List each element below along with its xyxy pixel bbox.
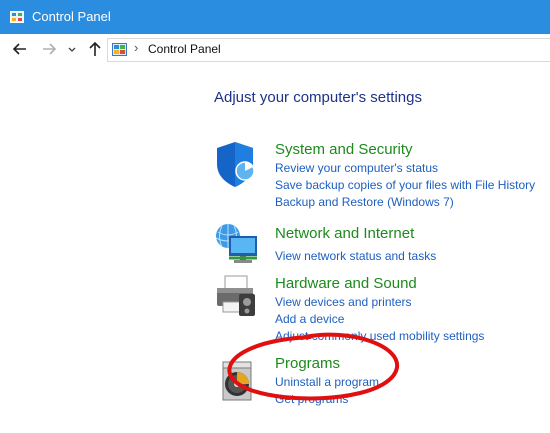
chevron-down-icon[interactable]: [66, 40, 78, 58]
link-uninstall-a-program[interactable]: Uninstall a program: [275, 375, 379, 389]
globe-network-icon[interactable]: [213, 220, 261, 268]
title-bar: Control Panel: [0, 0, 550, 34]
breadcrumb-separator[interactable]: ›: [134, 40, 138, 55]
category-title-network-and-internet[interactable]: Network and Internet: [275, 225, 414, 242]
control-panel-icon: [112, 43, 127, 56]
arrow-left-icon[interactable]: [11, 40, 29, 58]
address-bar[interactable]: › Control Panel: [107, 38, 550, 62]
link-mobility-settings[interactable]: Adjust commonly used mobility settings: [275, 329, 484, 343]
link-view-devices-and-printers[interactable]: View devices and printers: [275, 295, 412, 309]
printer-icon[interactable]: [213, 272, 261, 320]
category-title-programs[interactable]: Programs: [275, 355, 340, 372]
link-review-computer-status[interactable]: Review your computer's status: [275, 161, 438, 175]
link-backup-and-restore[interactable]: Backup and Restore (Windows 7): [275, 195, 454, 209]
link-view-network-status[interactable]: View network status and tasks: [275, 249, 436, 263]
window-title: Control Panel: [32, 9, 111, 24]
category-title-system-and-security[interactable]: System and Security: [275, 141, 413, 158]
programs-disc-icon[interactable]: [213, 356, 261, 404]
control-panel-app-icon: [10, 11, 24, 23]
page-heading: Adjust your computer's settings: [214, 89, 422, 106]
breadcrumb-control-panel[interactable]: Control Panel: [148, 42, 221, 56]
arrow-right-icon[interactable]: [40, 40, 58, 58]
link-add-a-device[interactable]: Add a device: [275, 312, 344, 326]
shield-icon[interactable]: [213, 140, 261, 188]
arrow-up-icon[interactable]: [86, 40, 104, 58]
link-file-history[interactable]: Save backup copies of your files with Fi…: [275, 178, 535, 192]
link-get-programs[interactable]: Get programs: [275, 392, 348, 406]
category-title-hardware-and-sound[interactable]: Hardware and Sound: [275, 275, 417, 292]
